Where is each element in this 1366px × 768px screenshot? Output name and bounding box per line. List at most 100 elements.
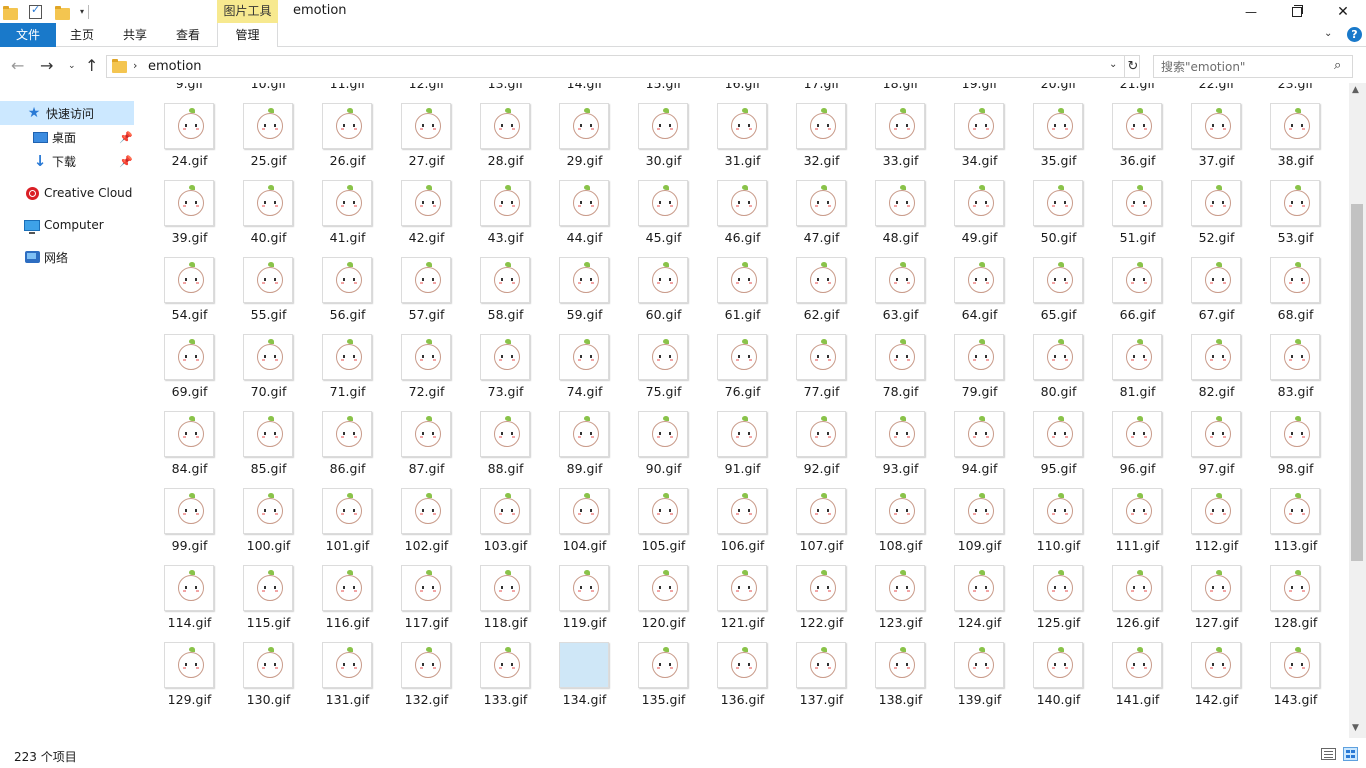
file-item[interactable]: 79.gif bbox=[940, 334, 1019, 411]
file-item[interactable]: 45.gif bbox=[624, 180, 703, 257]
breadcrumb[interactable]: emotion bbox=[148, 59, 202, 74]
file-item[interactable]: 74.gif bbox=[545, 334, 624, 411]
file-item[interactable]: 80.gif bbox=[1019, 334, 1098, 411]
customize-toolbar-icon[interactable]: ▾ bbox=[80, 7, 84, 16]
close-button[interactable]: ✕ bbox=[1320, 0, 1366, 23]
file-item[interactable]: 41.gif bbox=[308, 180, 387, 257]
file-item[interactable]: 138.gif bbox=[861, 642, 940, 719]
file-item[interactable]: 77.gif bbox=[782, 334, 861, 411]
pin-icon[interactable]: 📌 bbox=[119, 131, 133, 144]
file-item[interactable]: 75.gif bbox=[624, 334, 703, 411]
restore-button[interactable] bbox=[1274, 0, 1320, 23]
file-item[interactable]: 43.gif bbox=[466, 180, 545, 257]
file-item[interactable]: 92.gif bbox=[782, 411, 861, 488]
file-item[interactable]: 130.gif bbox=[229, 642, 308, 719]
vertical-scrollbar[interactable]: ▲ ▼ bbox=[1349, 83, 1366, 738]
file-item[interactable]: 116.gif bbox=[308, 565, 387, 642]
file-item[interactable]: 113.gif bbox=[1256, 488, 1335, 565]
file-item[interactable]: 69.gif bbox=[150, 334, 229, 411]
file-item[interactable]: 93.gif bbox=[861, 411, 940, 488]
minimize-button[interactable]: — bbox=[1228, 0, 1274, 23]
file-item[interactable]: 137.gif bbox=[782, 642, 861, 719]
file-item[interactable]: 117.gif bbox=[387, 565, 466, 642]
folder-icon[interactable] bbox=[2, 4, 18, 20]
file-item[interactable]: 38.gif bbox=[1256, 103, 1335, 180]
file-item[interactable]: 132.gif bbox=[387, 642, 466, 719]
file-item[interactable]: 81.gif bbox=[1098, 334, 1177, 411]
file-item[interactable]: 16.gif bbox=[703, 83, 782, 103]
file-item[interactable]: 83.gif bbox=[1256, 334, 1335, 411]
file-item[interactable]: 10.gif bbox=[229, 83, 308, 103]
file-item[interactable]: 98.gif bbox=[1256, 411, 1335, 488]
file-item[interactable]: 100.gif bbox=[229, 488, 308, 565]
file-item[interactable]: 101.gif bbox=[308, 488, 387, 565]
help-button[interactable]: ? bbox=[1347, 27, 1362, 42]
file-item[interactable]: 127.gif bbox=[1177, 565, 1256, 642]
file-item[interactable]: 107.gif bbox=[782, 488, 861, 565]
address-dropdown-icon[interactable]: ⌄ bbox=[1109, 59, 1117, 70]
file-item[interactable]: 39.gif bbox=[150, 180, 229, 257]
file-item[interactable]: 49.gif bbox=[940, 180, 1019, 257]
file-item[interactable]: 27.gif bbox=[387, 103, 466, 180]
file-item[interactable]: 67.gif bbox=[1177, 257, 1256, 334]
file-item[interactable]: 140.gif bbox=[1019, 642, 1098, 719]
file-item[interactable]: 35.gif bbox=[1019, 103, 1098, 180]
file-item[interactable]: 111.gif bbox=[1098, 488, 1177, 565]
forward-button[interactable]: → bbox=[40, 56, 53, 75]
file-item[interactable]: 18.gif bbox=[861, 83, 940, 103]
file-item[interactable]: 62.gif bbox=[782, 257, 861, 334]
file-item[interactable]: 78.gif bbox=[861, 334, 940, 411]
properties-icon[interactable] bbox=[28, 3, 44, 20]
file-item[interactable]: 87.gif bbox=[387, 411, 466, 488]
file-item[interactable]: 86.gif bbox=[308, 411, 387, 488]
file-item[interactable]: 110.gif bbox=[1019, 488, 1098, 565]
tab-home[interactable]: 主页 bbox=[57, 23, 107, 47]
file-item[interactable]: 47.gif bbox=[782, 180, 861, 257]
file-item[interactable]: 136.gif bbox=[703, 642, 782, 719]
file-item[interactable]: 29.gif bbox=[545, 103, 624, 180]
file-item[interactable]: 123.gif bbox=[861, 565, 940, 642]
file-item[interactable]: 73.gif bbox=[466, 334, 545, 411]
new-folder-icon[interactable] bbox=[54, 4, 70, 20]
file-item[interactable]: 142.gif bbox=[1177, 642, 1256, 719]
address-bar[interactable]: › emotion ⌄ ↻ bbox=[106, 55, 1140, 78]
file-item[interactable]: 14.gif bbox=[545, 83, 624, 103]
file-item[interactable]: 76.gif bbox=[703, 334, 782, 411]
scroll-down-icon[interactable]: ▼ bbox=[1352, 723, 1359, 733]
file-item[interactable]: 88.gif bbox=[466, 411, 545, 488]
tab-file[interactable]: 文件 bbox=[0, 23, 56, 47]
file-item[interactable]: 141.gif bbox=[1098, 642, 1177, 719]
chevron-right-icon[interactable]: › bbox=[133, 59, 137, 72]
sidebar-item-downloads[interactable]: ↓ 下载 📌 bbox=[0, 149, 134, 173]
tab-manage[interactable]: 管理 bbox=[217, 23, 278, 47]
file-item[interactable]: 91.gif bbox=[703, 411, 782, 488]
file-item[interactable]: 48.gif bbox=[861, 180, 940, 257]
large-icons-view-icon[interactable] bbox=[1343, 747, 1358, 761]
file-item[interactable]: 115.gif bbox=[229, 565, 308, 642]
expand-ribbon-icon[interactable]: ⌄ bbox=[1324, 28, 1332, 39]
file-item[interactable]: 40.gif bbox=[229, 180, 308, 257]
file-item[interactable]: 12.gif bbox=[387, 83, 466, 103]
search-input[interactable] bbox=[1161, 58, 1331, 75]
scroll-up-icon[interactable]: ▲ bbox=[1352, 85, 1359, 95]
file-item[interactable]: 50.gif bbox=[1019, 180, 1098, 257]
file-item[interactable]: 128.gif bbox=[1256, 565, 1335, 642]
file-item[interactable]: 66.gif bbox=[1098, 257, 1177, 334]
file-item[interactable]: 134.gif bbox=[545, 642, 624, 719]
file-item[interactable]: 60.gif bbox=[624, 257, 703, 334]
tab-view[interactable]: 查看 bbox=[163, 23, 213, 47]
file-item[interactable]: 68.gif bbox=[1256, 257, 1335, 334]
file-item[interactable]: 89.gif bbox=[545, 411, 624, 488]
file-item[interactable]: 105.gif bbox=[624, 488, 703, 565]
file-item[interactable]: 19.gif bbox=[940, 83, 1019, 103]
file-item[interactable]: 65.gif bbox=[1019, 257, 1098, 334]
file-item[interactable]: 37.gif bbox=[1177, 103, 1256, 180]
tab-share[interactable]: 共享 bbox=[110, 23, 160, 47]
file-item[interactable]: 124.gif bbox=[940, 565, 1019, 642]
sidebar-item-creative-cloud[interactable]: Creative Cloud bbox=[0, 181, 134, 205]
file-item[interactable]: 56.gif bbox=[308, 257, 387, 334]
file-item[interactable]: 26.gif bbox=[308, 103, 387, 180]
file-item[interactable]: 44.gif bbox=[545, 180, 624, 257]
file-item[interactable]: 133.gif bbox=[466, 642, 545, 719]
pin-icon[interactable]: 📌 bbox=[119, 155, 133, 168]
